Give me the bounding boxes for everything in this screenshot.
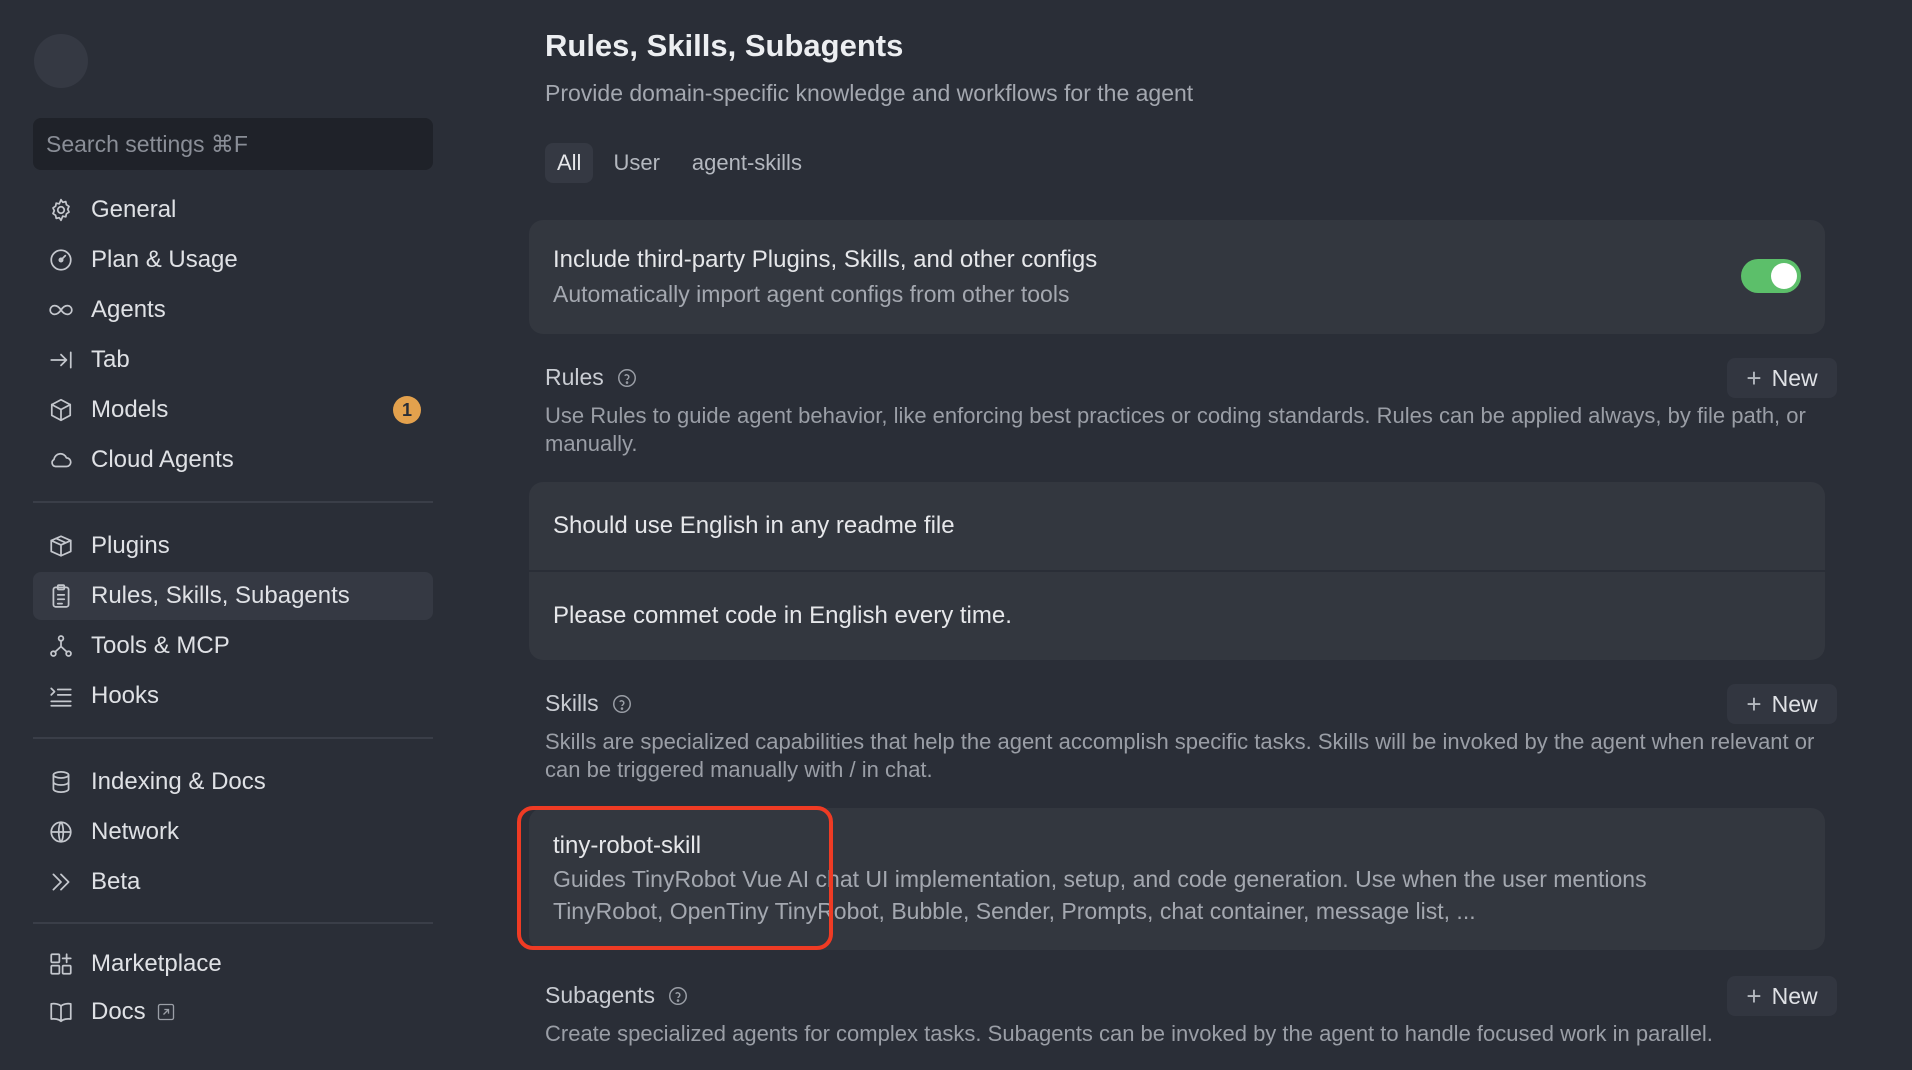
subagents-description: Create specialized agents for complex ta… [545, 1021, 1713, 1046]
third-party-config-card: Include third-party Plugins, Skills, and… [529, 220, 1825, 334]
filter-tabs: All User agent-skills [545, 143, 814, 183]
sidebar-divider [33, 737, 433, 739]
new-rule-button[interactable]: + New [1727, 358, 1837, 398]
sidebar-item-label: Marketplace [91, 950, 222, 977]
skill-item[interactable]: tiny-robot-skill Guides TinyRobot Vue AI… [529, 808, 1825, 950]
rule-item[interactable]: Should use English in any readme file [553, 512, 955, 540]
new-skill-label: New [1771, 690, 1818, 717]
sidebar-item-label: Hooks [91, 682, 160, 709]
skills-heading: Skills [545, 690, 633, 717]
sidebar-item-label: Agents [91, 296, 166, 323]
new-skill-button[interactable]: + New [1727, 684, 1837, 724]
skills-description: Skills are specialized capabilities that… [545, 729, 1815, 782]
sidebar-item-label: Tab [91, 346, 130, 373]
sidebar: General Plan & Usage Agents Tab Models 1… [0, 0, 480, 1070]
external-link-icon [156, 1002, 176, 1022]
clipboard-icon [46, 581, 76, 611]
third-party-title: Include third-party Plugins, Skills, and… [553, 246, 1098, 273]
sidebar-item-docs[interactable]: Docs [33, 988, 433, 1036]
subagents-heading-label: Subagents [545, 982, 655, 1008]
gear-icon [46, 195, 76, 225]
help-icon[interactable] [616, 367, 638, 389]
new-subagent-label: New [1771, 982, 1818, 1009]
sidebar-item-network[interactable]: Network [33, 808, 433, 856]
row-divider [529, 570, 1825, 572]
sidebar-item-label: Models [91, 396, 169, 423]
sidebar-item-tab[interactable]: Tab [33, 336, 433, 384]
sidebar-item-agents[interactable]: Agents [33, 286, 433, 334]
sidebar-item-label: Cloud Agents [91, 446, 234, 473]
settings-window: General Plan & Usage Agents Tab Models 1… [0, 0, 1912, 1070]
grid-plus-icon [46, 949, 76, 979]
sidebar-item-label: Plan & Usage [91, 246, 238, 273]
rules-heading: Rules [545, 364, 638, 391]
sidebar-item-label: Rules, Skills, Subagents [91, 582, 350, 609]
sidebar-divider [33, 501, 433, 503]
tab-user[interactable]: User [601, 143, 671, 183]
cloud-icon [46, 445, 76, 475]
sidebar-item-plan-usage[interactable]: Plan & Usage [33, 236, 433, 284]
search-input[interactable] [33, 118, 433, 170]
plus-icon: + [1746, 981, 1762, 1011]
sidebar-item-hooks[interactable]: Hooks [33, 672, 433, 720]
sidebar-item-label: Network [91, 818, 180, 845]
third-party-description: Automatically import agent configs from … [553, 281, 1070, 307]
sidebar-divider [33, 922, 433, 924]
sidebar-item-plugins[interactable]: Plugins [33, 522, 433, 570]
avatar[interactable] [34, 34, 88, 88]
toggle-knob [1771, 263, 1797, 289]
sidebar-item-label: Beta [91, 868, 141, 895]
package-icon [46, 531, 76, 561]
tab-all[interactable]: All [545, 143, 594, 183]
subagents-heading: Subagents [545, 982, 689, 1009]
help-icon[interactable] [667, 985, 689, 1007]
rules-description: Use Rules to guide agent behavior, like … [545, 403, 1806, 456]
new-subagent-button[interactable]: + New [1727, 976, 1837, 1016]
models-count-badge: 1 [393, 396, 421, 424]
cube-icon [46, 395, 76, 425]
database-icon [46, 767, 76, 797]
skill-description: Guides TinyRobot Vue AI chat UI implemen… [553, 866, 1647, 924]
sidebar-item-rules-skills-subagents[interactable]: Rules, Skills, Subagents [33, 572, 433, 620]
sidebar-item-indexing-docs[interactable]: Indexing & Docs [33, 758, 433, 806]
third-party-toggle[interactable] [1741, 259, 1801, 293]
sidebar-item-label: Tools & MCP [91, 632, 230, 659]
sidebar-item-cloud-agents[interactable]: Cloud Agents [33, 436, 433, 484]
sidebar-item-models[interactable]: Models 1 [33, 386, 433, 434]
book-icon [46, 997, 76, 1027]
chevrons-right-icon [46, 867, 76, 897]
sidebar-item-label: General [91, 196, 177, 223]
sidebar-item-beta[interactable]: Beta [33, 858, 433, 906]
page-subtitle: Provide domain-specific knowledge and wo… [545, 80, 1194, 106]
sidebar-item-marketplace[interactable]: Marketplace [33, 940, 433, 988]
globe-icon [46, 817, 76, 847]
sidebar-item-label: Indexing & Docs [91, 768, 266, 795]
rules-list: Should use English in any readme file Pl… [529, 482, 1825, 660]
tab-arrow-icon [46, 345, 76, 375]
infinity-icon [46, 295, 76, 325]
nodes-icon [46, 631, 76, 661]
sidebar-item-label: Plugins [91, 532, 170, 559]
sidebar-item-general[interactable]: General [33, 186, 433, 234]
sidebar-item-tools-mcp[interactable]: Tools & MCP [33, 622, 433, 670]
skill-name: tiny-robot-skill [553, 832, 702, 859]
help-icon[interactable] [611, 693, 633, 715]
tab-agent-skills[interactable]: agent-skills [680, 143, 814, 183]
page-title: Rules, Skills, Subagents [545, 28, 904, 63]
sidebar-item-label: Docs [91, 998, 146, 1025]
rule-item[interactable]: Please commet code in English every time… [553, 602, 1012, 630]
plus-icon: + [1746, 363, 1762, 393]
plus-icon: + [1746, 689, 1762, 719]
skills-heading-label: Skills [545, 690, 599, 716]
list-arrow-icon [46, 681, 76, 711]
rules-heading-label: Rules [545, 364, 604, 390]
gauge-icon [46, 245, 76, 275]
new-rule-label: New [1771, 364, 1818, 391]
